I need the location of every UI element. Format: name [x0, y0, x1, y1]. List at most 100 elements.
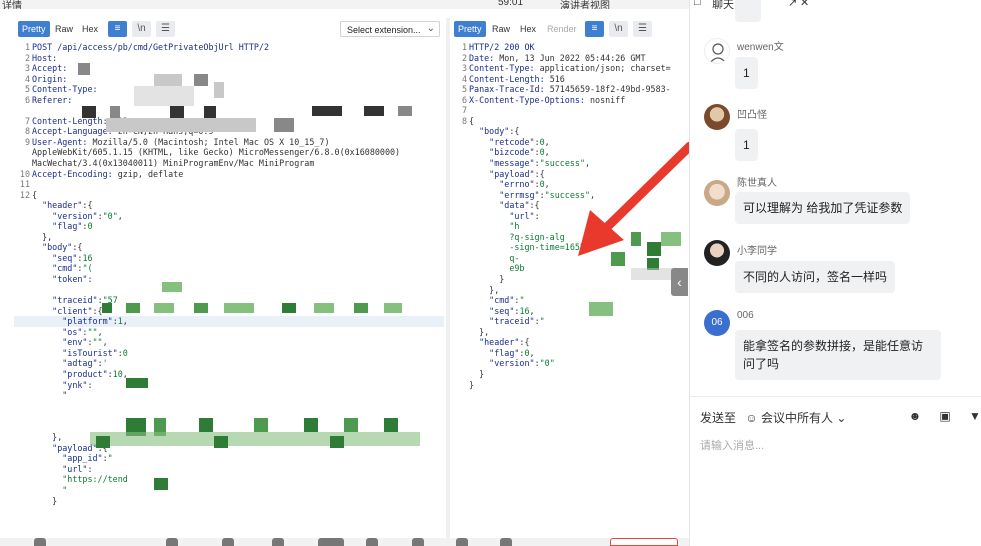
- request-editor[interactable]: 1 POST /api/access/pb/cmd/GetPrivateObjUr…: [14, 42, 444, 538]
- select-extension-dropdown[interactable]: Select extension... ⌄: [340, 21, 440, 37]
- code-token: ,: [122, 316, 128, 327]
- folder-icon[interactable]: ▣: [938, 409, 952, 423]
- menu-icon[interactable]: ☰: [633, 21, 652, 37]
- code-token: "version": [32, 210, 98, 221]
- toolbar-icon[interactable]: [500, 538, 512, 546]
- toolbar-icon[interactable]: [318, 538, 344, 546]
- top-left-text: 详情: [2, 1, 22, 9]
- sender-name: 陈世真人: [737, 178, 777, 189]
- emoji-icon[interactable]: ☻: [908, 409, 922, 423]
- redaction-block: [154, 303, 174, 313]
- code-token: Accept:: [32, 63, 73, 74]
- code-line: "cmd":": [451, 295, 689, 306]
- end-meeting-button[interactable]: [610, 538, 678, 546]
- code-token: "bizcode": [469, 147, 535, 158]
- code-line: },: [451, 285, 689, 296]
- code-token: "client": [32, 305, 93, 316]
- message-input[interactable]: 请输入消息...: [700, 437, 764, 453]
- avatar: 06: [704, 310, 730, 336]
- code-token: :{: [519, 337, 530, 348]
- send-to-selector[interactable]: 发送至 ☺ 会议中所有人 ⌄: [700, 409, 846, 426]
- line-number: 1: [461, 42, 467, 52]
- code-token: 516: [549, 73, 565, 84]
- code-line: "isTourist":0: [14, 348, 444, 359]
- code-line: "url":: [14, 464, 444, 475]
- collapse-panel-button[interactable]: ‹: [671, 268, 688, 296]
- code-token: Origin:: [32, 73, 73, 84]
- previous-message-bubble: [735, 0, 761, 22]
- popout-icon[interactable]: ↗: [788, 0, 797, 9]
- toolbar-icon[interactable]: [222, 538, 234, 546]
- response-editor[interactable]: 1 HTTP/2 200 OK 2 Date: Mon, 13 Jun 2022 05…: [451, 42, 689, 538]
- code-line: "body":{: [451, 126, 689, 137]
- toolbar-icon[interactable]: [166, 538, 178, 546]
- code-token: "0": [102, 210, 118, 221]
- tab-render[interactable]: Render: [543, 21, 581, 37]
- close-icon[interactable]: ✕: [800, 0, 809, 9]
- redaction-block: [204, 106, 216, 118]
- code-token: "url": [32, 463, 88, 474]
- response-toolbar: Pretty Raw Hex Render ≡ \n ☰: [451, 21, 689, 41]
- tab-hex[interactable]: Hex: [516, 21, 540, 37]
- redaction-block: [134, 86, 194, 106]
- view-mode-label[interactable]: 演讲者视图: [560, 0, 610, 9]
- toolbar-icon[interactable]: [272, 538, 284, 546]
- avatar: [704, 38, 730, 64]
- code-token: {: [469, 115, 475, 126]
- code-line: }: [451, 380, 689, 391]
- avatar: [704, 104, 730, 130]
- pane-divider[interactable]: [446, 18, 450, 538]
- code-token: "isTourist": [32, 347, 118, 358]
- code-line: 11: [14, 179, 444, 190]
- tab-hex[interactable]: Hex: [78, 21, 102, 37]
- code-line: 5 Panax-Trace-Id: 57145659-18f2-49bd-9583…: [451, 84, 689, 95]
- redaction-block: [194, 303, 208, 313]
- code-line: 8{: [451, 116, 689, 127]
- code-line: },: [451, 327, 689, 338]
- more-icon[interactable]: ▼: [968, 409, 981, 423]
- code-token: "flag": [32, 221, 83, 232]
- newline-toggle-icon[interactable]: \n: [132, 21, 151, 37]
- redaction-block: [106, 118, 256, 132]
- tab-raw[interactable]: Raw: [51, 21, 77, 37]
- code-line: "header":{: [451, 337, 689, 348]
- bottom-toolbar: [0, 538, 690, 546]
- tab-pretty[interactable]: Pretty: [454, 21, 486, 37]
- code-token: "adtag": [32, 358, 98, 369]
- redaction-block: [312, 106, 342, 116]
- redaction-block: [102, 303, 112, 313]
- code-token: :{: [529, 200, 540, 211]
- toolbar-icon[interactable]: [412, 538, 424, 546]
- tab-raw[interactable]: Raw: [488, 21, 514, 37]
- code-line: ": [14, 485, 444, 496]
- avatar: [704, 240, 730, 266]
- select-extension-label: Select extension...: [347, 25, 421, 35]
- code-token: MacWechat/3.4(0x13040011) MiniProgramEnv…: [32, 158, 315, 169]
- code-token: },: [32, 231, 53, 242]
- toolbar-icon[interactable]: [456, 538, 468, 546]
- tab-pretty[interactable]: Pretty: [18, 21, 50, 37]
- redaction-block: [282, 303, 296, 313]
- newline-toggle-icon[interactable]: \n: [609, 21, 628, 37]
- redaction-block: [384, 418, 398, 432]
- code-line: ": [14, 390, 444, 401]
- code-token: :{: [534, 168, 545, 179]
- code-line: "flag":0,: [451, 348, 689, 359]
- redaction-block: [398, 106, 412, 116]
- menu-icon[interactable]: ☰: [156, 21, 175, 37]
- toolbar-icon[interactable]: [34, 538, 46, 546]
- redaction-block: [96, 436, 110, 448]
- code-token: Mozilla/5.0 (Macintosh; Intel Mac OS X 1…: [92, 136, 330, 147]
- wrap-lines-icon[interactable]: ≡: [585, 21, 604, 37]
- code-line: [14, 285, 444, 296]
- code-token: ": [107, 453, 113, 464]
- code-token: Date:: [469, 52, 500, 63]
- toolbar-icon[interactable]: [366, 538, 378, 546]
- code-token: "h: [469, 221, 520, 232]
- red-arrow-annotation: [578, 141, 692, 256]
- code-token: "https://tend: [32, 474, 128, 485]
- wrap-lines-icon[interactable]: ≡: [108, 21, 127, 37]
- code-token: {: [32, 189, 38, 200]
- chat-icon: □: [694, 0, 701, 8]
- code-token: "": [87, 326, 98, 337]
